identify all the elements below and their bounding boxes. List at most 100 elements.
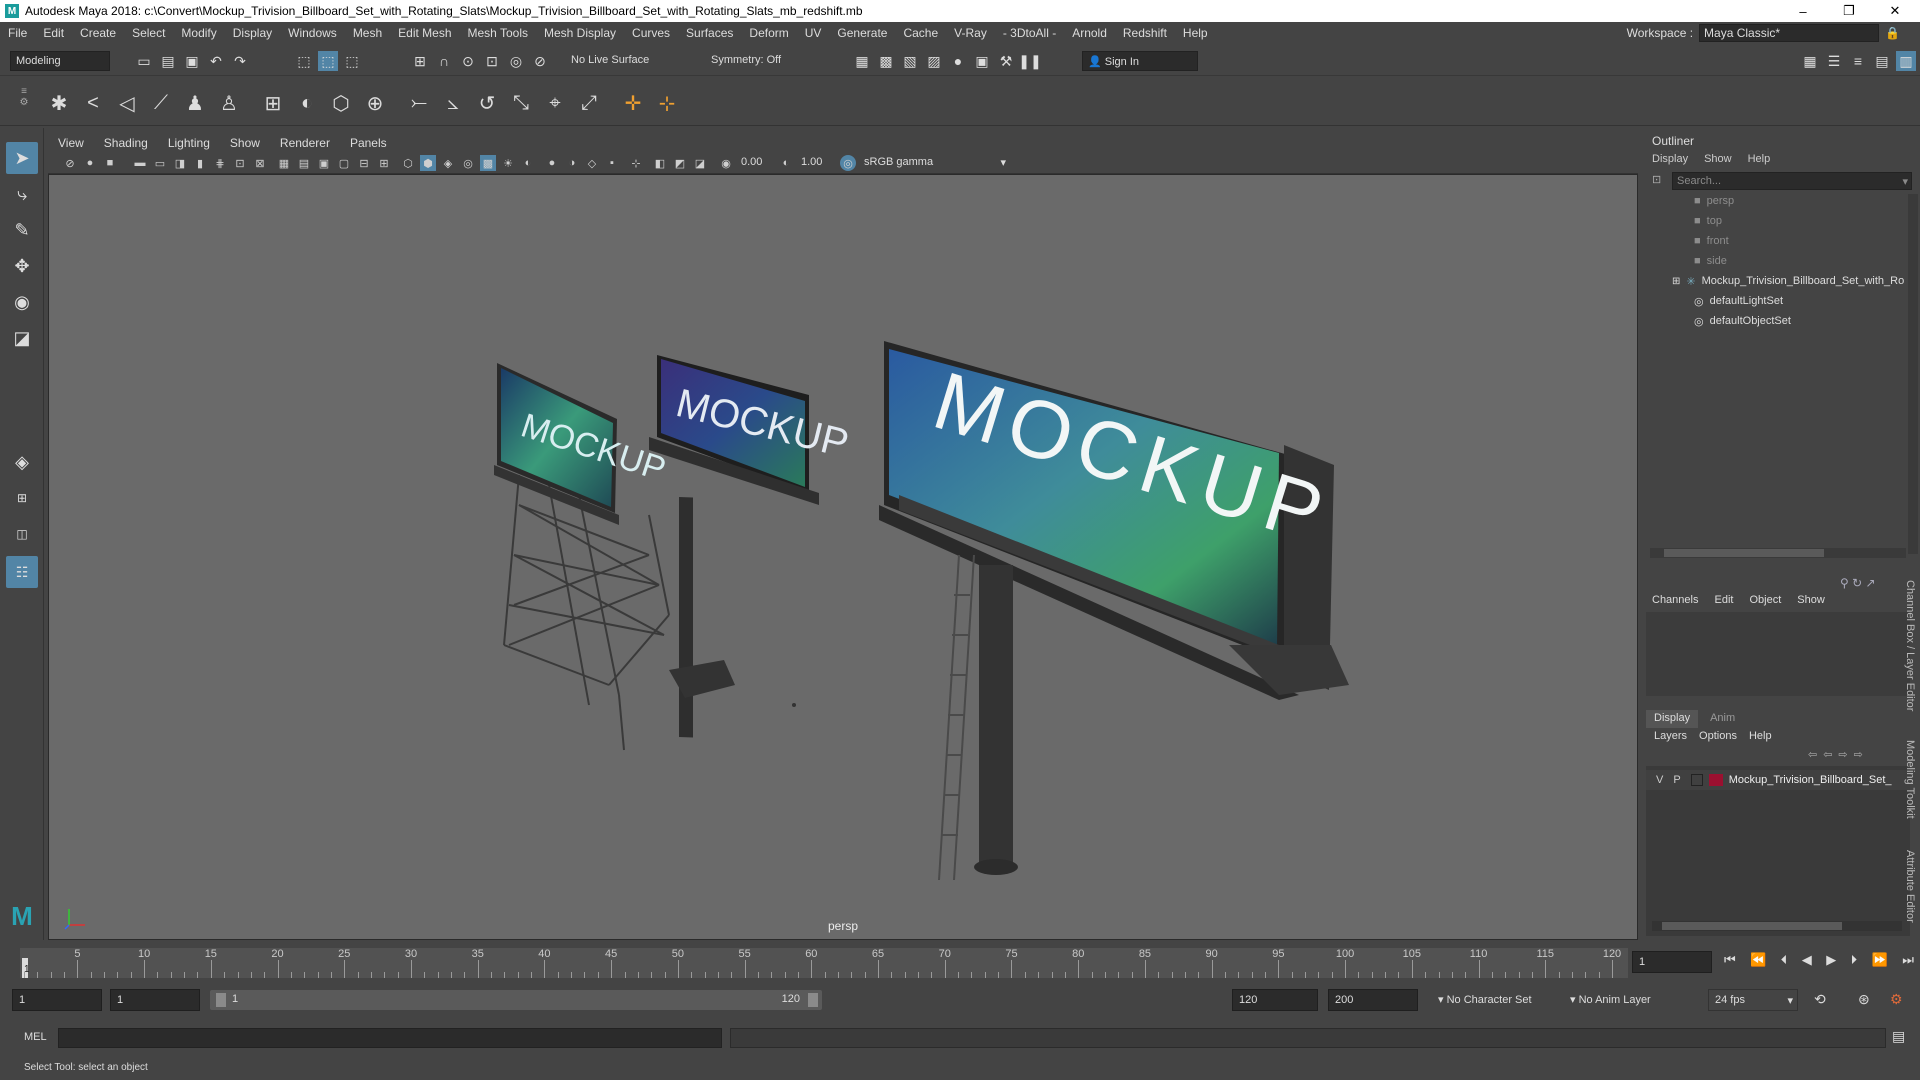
depth-of-field-icon[interactable]: ▪ xyxy=(604,155,620,171)
paint-weights-icon[interactable]: ◐ xyxy=(292,88,322,118)
character-set-dropdown[interactable]: ▾ No Character Set xyxy=(1438,993,1532,1006)
rotate-tool-icon[interactable]: ◉ xyxy=(6,286,38,318)
lock-camera-icon[interactable]: ● xyxy=(82,155,98,171)
outliner-search-input[interactable]: Search... ▾ xyxy=(1672,172,1912,190)
layer-row[interactable]: V P Mockup_Trivision_Billboard_Set_ xyxy=(1646,770,1910,790)
expand-plus-icon[interactable]: ⊞ xyxy=(1672,276,1680,287)
ik-spline-icon[interactable]: ◁ xyxy=(112,88,142,118)
pin-icon[interactable]: ⚲ xyxy=(1840,576,1849,590)
snap-live-icon[interactable]: ⊘ xyxy=(530,51,550,71)
outliner-item-billboard-group[interactable]: ⊞ ✳ Mockup_Trivision_Billboard_Set_with_Ro xyxy=(1672,272,1904,290)
redo-icon[interactable]: ↷ xyxy=(230,51,250,71)
billboard-single-pole[interactable]: MOCKUP xyxy=(649,355,853,738)
grid-toggle-icon[interactable]: ⋕ xyxy=(212,155,228,171)
menu-arnold[interactable]: Arnold xyxy=(1064,26,1115,40)
anti-aliasing-icon[interactable]: ◇ xyxy=(584,155,600,171)
select-camera-icon[interactable]: ⊘ xyxy=(62,155,78,171)
menu-display[interactable]: Display xyxy=(225,26,280,40)
pause-icon[interactable]: ❚❚ xyxy=(1018,51,1041,71)
scale-tool-icon[interactable]: ◪ xyxy=(6,322,38,354)
shelf-options-icon[interactable]: ≡ ⚙ xyxy=(14,86,34,120)
menu-vray[interactable]: V-Ray xyxy=(946,26,995,40)
outliner-filter-icon[interactable]: ⊡ xyxy=(1652,173,1668,189)
render-view-icon[interactable]: ▦ xyxy=(852,51,872,71)
menu-uv[interactable]: UV xyxy=(797,26,830,40)
layer-playback-toggle[interactable]: P xyxy=(1673,774,1680,786)
billboard-large[interactable]: MOCKUP xyxy=(879,341,1349,881)
side-tab-channel-box[interactable]: Channel Box / Layer Editor xyxy=(1904,580,1916,720)
menu-mesh[interactable]: Mesh xyxy=(345,26,390,40)
image-plane-icon[interactable]: ▭ xyxy=(152,155,168,171)
bone-icon[interactable]: ⟋ xyxy=(146,88,176,118)
step-back-icon[interactable]: ⏪ xyxy=(1750,952,1766,972)
panel-menu-shading[interactable]: Shading xyxy=(94,136,158,150)
bookmark-icon[interactable]: ▬ xyxy=(132,155,148,171)
menu-windows[interactable]: Windows xyxy=(280,26,345,40)
gamma-icon[interactable]: ◐ xyxy=(778,155,794,171)
outliner-menu-display[interactable]: Display xyxy=(1652,153,1688,165)
field-chart-icon[interactable]: ▢ xyxy=(336,155,352,171)
snap-view-icon[interactable]: ⊡ xyxy=(482,51,502,71)
snap-grid-icon[interactable]: ⊞ xyxy=(410,51,430,71)
outliner-layout-icon[interactable]: ☷ xyxy=(6,556,38,588)
range-slider[interactable]: 1 120 xyxy=(210,990,822,1010)
fps-dropdown[interactable]: 24 fps ▾ xyxy=(1708,989,1798,1011)
new-scene-icon[interactable]: ▭ xyxy=(134,51,154,71)
command-language-label[interactable]: MEL xyxy=(24,1031,47,1043)
menu-help[interactable]: Help xyxy=(1175,26,1216,40)
anim-layer-dropdown[interactable]: ▾ No Anim Layer xyxy=(1570,993,1651,1006)
four-view-icon[interactable]: ⊞ xyxy=(6,482,38,514)
textured-icon[interactable]: ▩ xyxy=(480,155,496,171)
layer-tool-icons[interactable]: ⇦⇦⇨⇨ xyxy=(1808,748,1869,761)
cluster-icon[interactable]: ⊕ xyxy=(360,88,390,118)
menu-generate[interactable]: Generate xyxy=(829,26,895,40)
redshift-ipr-icon[interactable]: ⚒ xyxy=(996,51,1016,71)
outliner-item-front[interactable]: ■ front xyxy=(1694,232,1729,250)
undo-icon[interactable]: ↶ xyxy=(206,51,226,71)
tab-anim[interactable]: Anim xyxy=(1698,710,1747,728)
panel-menu-lighting[interactable]: Lighting xyxy=(158,136,220,150)
channel-menu-object[interactable]: Object xyxy=(1749,594,1781,606)
humanik-icon[interactable]: ♟ xyxy=(180,88,210,118)
two-view-icon[interactable]: ◫ xyxy=(6,518,38,550)
single-view-icon[interactable]: ◈ xyxy=(6,446,38,478)
minimize-button[interactable]: – xyxy=(1780,0,1826,22)
animation-start-field[interactable]: 1 xyxy=(12,989,102,1011)
mode-dropdown[interactable]: Modeling xyxy=(10,51,110,71)
auto-key-icon[interactable]: ⊛ xyxy=(1858,991,1870,1008)
pin-locator-icon[interactable]: ⊹ xyxy=(652,88,682,118)
save-scene-icon[interactable]: ▣ xyxy=(182,51,202,71)
float-icon[interactable]: ↗ xyxy=(1866,576,1876,590)
camera-attributes-icon[interactable]: ■ xyxy=(102,155,118,171)
panel-menu-renderer[interactable]: Renderer xyxy=(270,136,340,150)
menu-modify[interactable]: Modify xyxy=(173,26,224,40)
layer-menu-options[interactable]: Options xyxy=(1699,730,1737,742)
locator-icon[interactable]: ✛ xyxy=(618,88,648,118)
outliner-item-default-object-set[interactable]: ◎ defaultObjectSet xyxy=(1694,312,1791,330)
layer-menu-help[interactable]: Help xyxy=(1749,730,1772,742)
constraint-pole-icon[interactable]: ⤢ xyxy=(574,88,604,118)
layer-type-toggle[interactable] xyxy=(1690,774,1703,786)
outliner-menu-help[interactable]: Help xyxy=(1748,153,1771,165)
constraint-orient-icon[interactable]: ↺ xyxy=(472,88,502,118)
shadows-icon[interactable]: ◐ xyxy=(520,155,536,171)
2d-pan-icon[interactable]: ◨ xyxy=(172,155,188,171)
render-settings-icon[interactable]: ▨ xyxy=(924,51,944,71)
snap-surface-icon[interactable]: ◎ xyxy=(506,51,526,71)
channel-box-icon[interactable]: ▤ xyxy=(1872,51,1892,71)
menu-edit[interactable]: Edit xyxy=(35,26,72,40)
command-input[interactable] xyxy=(58,1028,722,1048)
side-tab-modeling-toolkit[interactable]: Modeling Toolkit xyxy=(1904,740,1916,840)
open-scene-icon[interactable]: ▤ xyxy=(158,51,178,71)
outliner-item-side[interactable]: ■ side xyxy=(1694,252,1727,270)
menu-file[interactable]: File xyxy=(0,26,35,40)
gamma-field[interactable]: 1.00 xyxy=(798,155,836,171)
lock-icon[interactable]: 🔒 xyxy=(1885,26,1900,40)
exposure-icon[interactable]: ◉ xyxy=(718,155,734,171)
smooth-shade-icon[interactable]: ▤ xyxy=(296,155,312,171)
outliner-horizontal-scrollbar[interactable] xyxy=(1650,548,1906,558)
loop-icon[interactable]: ⟲ xyxy=(1814,991,1826,1008)
anim-preferences-icon[interactable]: ⚙ xyxy=(1890,991,1903,1008)
sign-in-dropdown[interactable]: 👤 Sign In xyxy=(1082,51,1198,71)
play-forward-icon[interactable]: ▶ xyxy=(1826,952,1836,972)
